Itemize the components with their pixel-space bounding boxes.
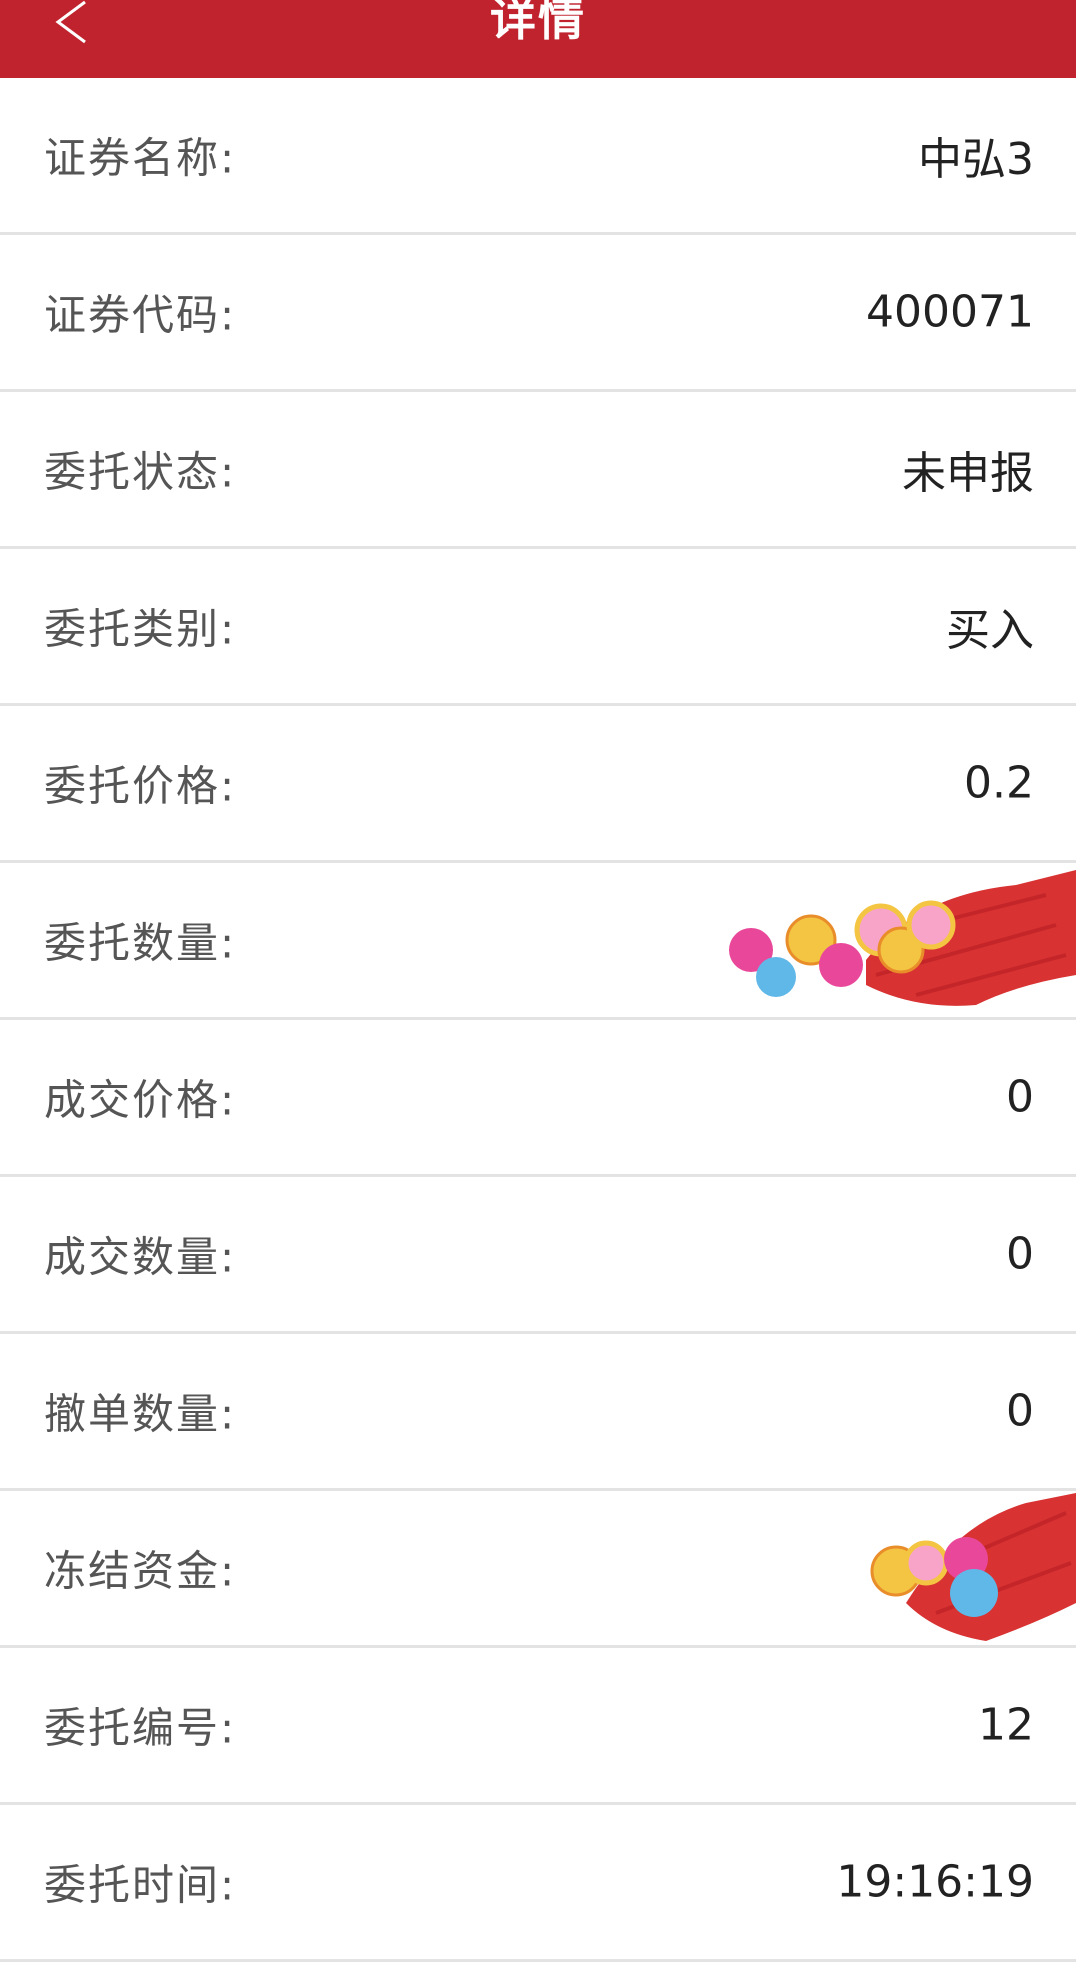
row-label: 成交价格: — [44, 1075, 237, 1125]
row-value: 0.2 — [964, 757, 1034, 809]
row-value: 0 — [1006, 1385, 1034, 1437]
row-order-number: 委托编号: 12 — [0, 1648, 1076, 1805]
row-label: 委托时间: — [44, 1860, 237, 1910]
row-order-type: 委托类别: 买入 — [0, 549, 1076, 706]
row-label: 委托价格: — [44, 761, 237, 811]
row-label: 撤单数量: — [44, 1389, 237, 1439]
redaction-sticker — [729, 870, 1076, 1006]
row-label: 委托类别: — [44, 604, 237, 654]
row-value: 0 — [1006, 1228, 1034, 1280]
row-cancel-quantity: 撤单数量: 0 — [0, 1334, 1076, 1491]
row-label: 委托状态: — [44, 447, 237, 497]
detail-list: 证券名称: 中弘3 证券代码: 400071 委托状态: 未申报 委托类别: 买… — [0, 78, 1076, 1962]
row-label: 证券代码: — [44, 290, 237, 340]
row-label: 证券名称: — [44, 133, 237, 183]
row-security-name: 证券名称: 中弘3 — [0, 78, 1076, 235]
row-order-quantity: 委托数量: — [0, 863, 1076, 1020]
row-value: 中弘3 — [918, 134, 1034, 185]
row-order-time: 委托时间: 19:16:19 — [0, 1805, 1076, 1962]
row-value: 0 — [1006, 1071, 1034, 1123]
row-deal-quantity: 成交数量: 0 — [0, 1177, 1076, 1334]
redaction-sticker — [870, 1493, 1076, 1641]
row-label: 委托数量: — [44, 918, 237, 968]
row-security-code: 证券代码: 400071 — [0, 235, 1076, 392]
page-title: 详情 — [490, 0, 586, 46]
row-frozen-funds: 冻结资金: — [0, 1491, 1076, 1648]
header-bar: 详情 — [0, 0, 1076, 78]
row-value: 400071 — [866, 286, 1034, 338]
row-order-price: 委托价格: 0.2 — [0, 706, 1076, 863]
row-value: 未申报 — [902, 448, 1034, 499]
row-value: 19:16:19 — [836, 1856, 1034, 1908]
row-value: 12 — [978, 1699, 1034, 1751]
row-deal-price: 成交价格: 0 — [0, 1020, 1076, 1177]
row-label: 冻结资金: — [44, 1546, 237, 1596]
row-order-status: 委托状态: 未申报 — [0, 392, 1076, 549]
row-label: 成交数量: — [44, 1232, 237, 1282]
row-label: 委托编号: — [44, 1703, 237, 1753]
row-value: 买入 — [946, 605, 1034, 656]
